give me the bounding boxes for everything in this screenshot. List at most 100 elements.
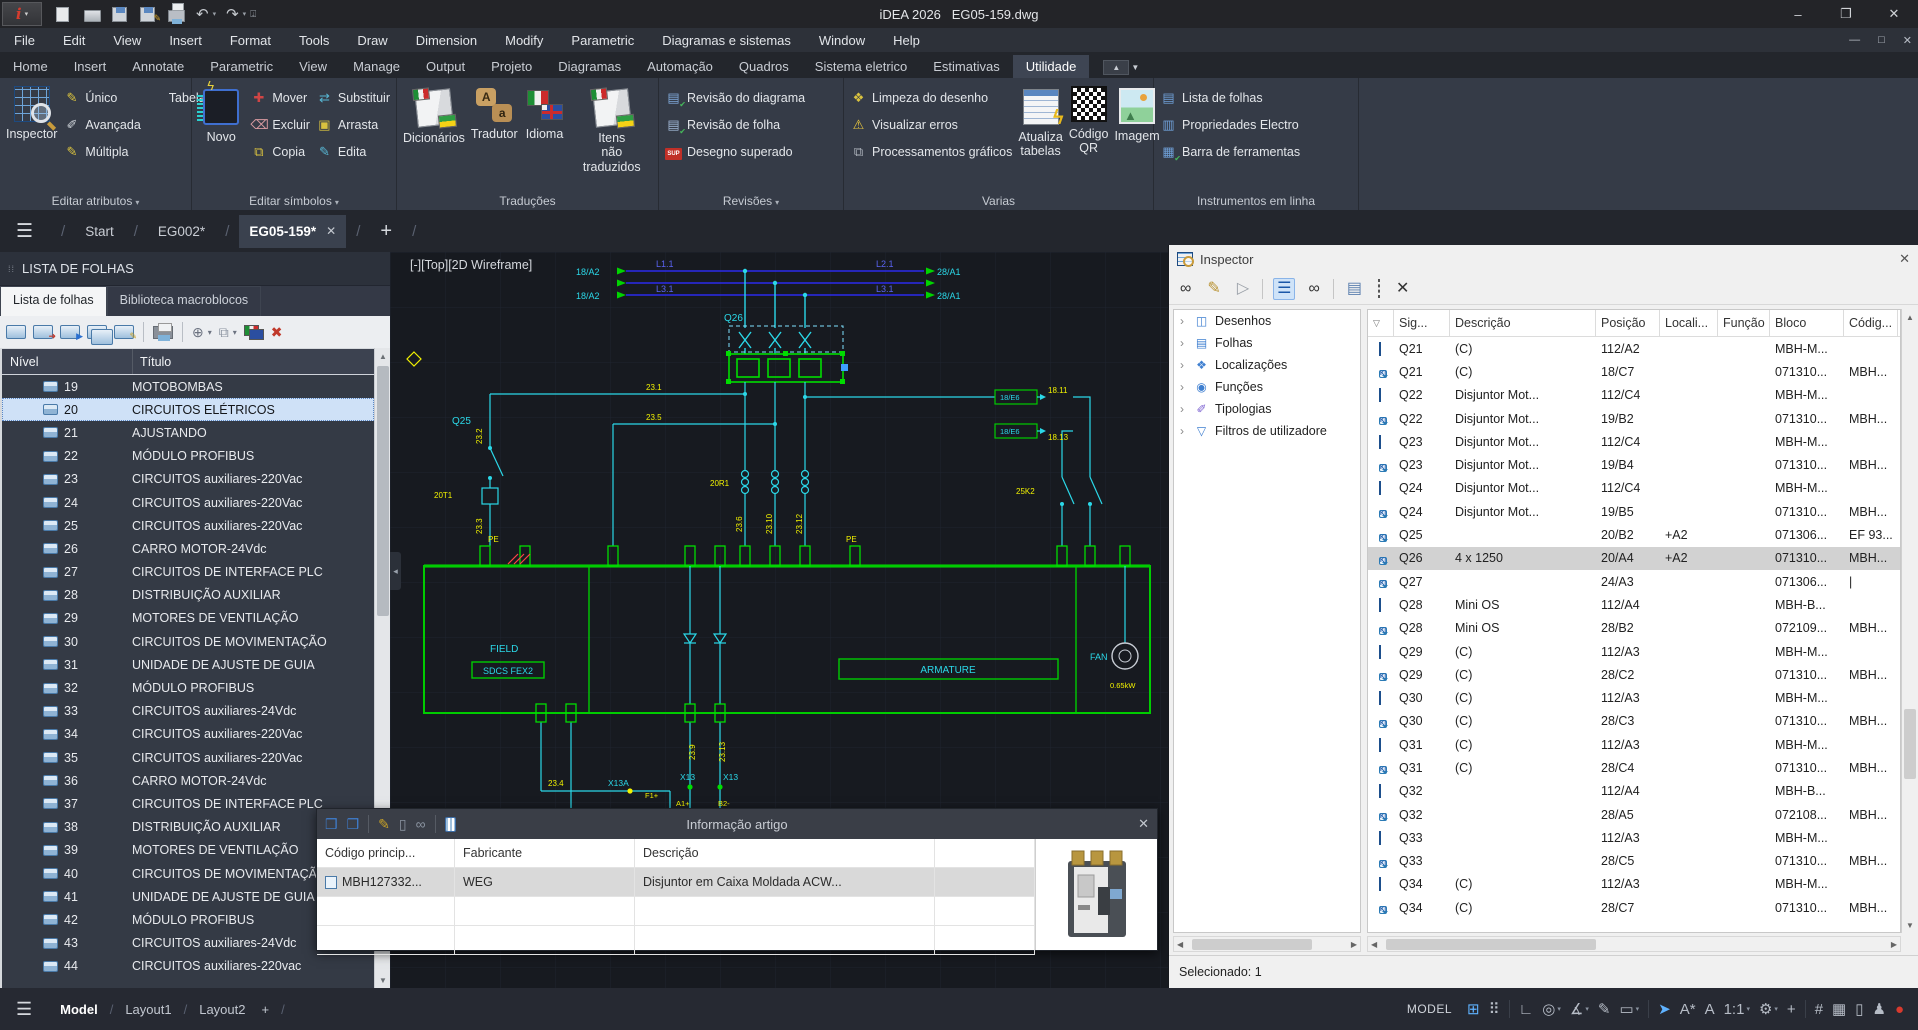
sheet-panel-header[interactable]: ⁞⁞ LISTA DE FOLHAS xyxy=(0,252,390,286)
menu-view[interactable]: View xyxy=(99,30,155,51)
doc-tabs-menu-icon[interactable]: ☰ xyxy=(16,220,33,243)
undo-icon[interactable]: ↶ xyxy=(196,7,209,22)
mover-button[interactable]: ✚Mover xyxy=(250,85,310,110)
inspector-row-q28-11[interactable]: Q28Mini OS112/A4MBH-B... xyxy=(1368,593,1900,616)
grid-display-icon[interactable]: ⠿ xyxy=(1489,1000,1500,1018)
tree-item-tipologias[interactable]: ›✐Tipologias xyxy=(1174,398,1360,420)
article-row[interactable]: MBH127332... WEG Disjuntor em Caixa Mold… xyxy=(317,868,1035,897)
expand-icon[interactable]: › xyxy=(1180,402,1188,416)
menu-tools[interactable]: Tools xyxy=(285,30,343,51)
avanc-ada-button[interactable]: ✐Avançada xyxy=(63,112,140,137)
tab-start[interactable]: Start xyxy=(75,215,124,248)
status-menu-icon[interactable]: ☰ xyxy=(16,999,32,1020)
delete-sheet-icon[interactable]: ✖ xyxy=(271,325,283,339)
new-layout-button[interactable]: + xyxy=(253,1002,277,1017)
find-advanced-icon[interactable]: ∞ xyxy=(1305,279,1322,299)
idioma-button[interactable]: Idioma xyxy=(524,82,566,186)
note-edit-icon[interactable]: ✎ xyxy=(378,817,390,831)
export-article-icon[interactable]: ❒ xyxy=(347,817,360,831)
inspector-row-q30-16[interactable]: KIQ30(C)28/C3071310...MBH... xyxy=(1368,710,1900,733)
inspector-row-q31-18[interactable]: KIQ31(C)28/C4071310...MBH... xyxy=(1368,756,1900,779)
layout-tab-layout1[interactable]: Layout1 xyxy=(117,1002,179,1017)
sheet-row-36[interactable]: 36CARRO MOTOR-24Vdc xyxy=(2,769,374,792)
save-icon[interactable] xyxy=(112,6,130,22)
expand-icon[interactable]: › xyxy=(1180,336,1188,350)
delete-record-icon[interactable]: ✕ xyxy=(1393,279,1412,299)
menu-file[interactable]: File xyxy=(0,30,49,51)
save-as-icon[interactable]: ✎ xyxy=(140,6,158,22)
rect-snap-icon[interactable]: ▭▾ xyxy=(1619,1000,1639,1018)
sheet-row-27[interactable]: 27CIRCUITOS DE INTERFACE PLC xyxy=(2,561,374,584)
sheet-row-23[interactable]: 23CIRCUITOS auxiliares-220Vac xyxy=(2,468,374,491)
scroll-left-icon[interactable]: ◀ xyxy=(1371,940,1377,949)
sheet-row-29[interactable]: 29MOTORES DE VENTILAÇÃO xyxy=(2,607,374,630)
sheet-row-32[interactable]: 32MÓDULO PROFIBUS xyxy=(2,676,374,699)
arrasta-button[interactable]: ▣Arrasta xyxy=(316,112,390,137)
ribbon-tab-quadros[interactable]: Quadros xyxy=(726,55,802,78)
device-icon[interactable]: ▯ xyxy=(1855,1000,1863,1018)
database-filter-icon[interactable] xyxy=(445,817,456,832)
close-tab-icon[interactable]: ✕ xyxy=(326,224,336,238)
ribbon-options-icon[interactable]: ▼ xyxy=(1131,63,1139,72)
scroll-up-icon[interactable]: ▲ xyxy=(375,348,391,364)
sheet-row-31[interactable]: 31UNIDADE DE AJUSTE DE GUIA xyxy=(2,653,374,676)
sketch-icon[interactable]: ✎ xyxy=(1598,1000,1611,1018)
notification-icon[interactable]: ● xyxy=(1895,1001,1904,1018)
ribbon-tab-diagramas[interactable]: Diagramas xyxy=(545,55,634,78)
ribbon-tab-automac-a-o[interactable]: Automação xyxy=(634,55,726,78)
settings-icon[interactable]: ⚙▾ xyxy=(1759,1000,1778,1018)
layout-tab-layout2[interactable]: Layout2 xyxy=(191,1002,253,1017)
redo-dropdown-icon[interactable]: ▾ xyxy=(243,10,247,18)
attach-dropdown-icon[interactable]: ▾ xyxy=(208,328,212,337)
inspector-row-q29-14[interactable]: KIQ29(C)28/C2071310...MBH... xyxy=(1368,663,1900,686)
cursor-select-icon[interactable]: ➤ xyxy=(1658,1000,1671,1018)
ribbon-tab-home[interactable]: Home xyxy=(0,55,61,78)
tree-hscrollbar[interactable]: ◀ ▶ xyxy=(1173,936,1361,952)
dicionarios-button[interactable]: Dicionários xyxy=(403,82,465,186)
redo-icon[interactable]: ↷ xyxy=(226,7,239,22)
user-icon[interactable]: ♟ xyxy=(1872,1000,1885,1018)
ribbon-tab-parametric[interactable]: Parametric xyxy=(197,55,286,78)
itens-nao-traduzidos-button[interactable]: Itensnão traduzidos xyxy=(571,82,652,186)
inspector-vscrollbar[interactable]: ▲ ▼ xyxy=(1901,309,1918,933)
print-sheet-icon[interactable] xyxy=(153,326,173,339)
doc-minimize-button[interactable]: — xyxy=(1849,34,1860,47)
scroll-right-icon[interactable]: ▶ xyxy=(1351,940,1357,949)
menu-insert[interactable]: Insert xyxy=(155,30,216,51)
tree-item-func-o-es[interactable]: ›◉Funções xyxy=(1174,376,1360,398)
ortho-icon[interactable]: ∟ xyxy=(1519,1001,1534,1018)
tab-eg002[interactable]: EG002* xyxy=(148,215,215,248)
tree-item-desenhos[interactable]: ›◫Desenhos xyxy=(1174,310,1360,332)
inspector-row-q21-0[interactable]: Q21(C)112/A2MBH-M... xyxy=(1368,337,1900,360)
menu-dimension[interactable]: Dimension xyxy=(402,30,491,51)
expand-icon[interactable]: › xyxy=(1180,358,1188,372)
run-sheet-icon[interactable]: ▶ xyxy=(60,325,80,339)
tree-item-filtros-de-utilizadore[interactable]: ›▽Filtros de utilizadore xyxy=(1174,420,1360,442)
ribbon-tab-insert[interactable]: Insert xyxy=(61,55,120,78)
article-table-header[interactable]: Código princip... Fabricante Descrição xyxy=(317,839,1035,868)
close-button[interactable]: ✕ xyxy=(1870,0,1918,28)
edit-sheet-icon[interactable]: ✎ xyxy=(114,325,134,339)
table-hscrollbar[interactable]: ◀ ▶ xyxy=(1367,936,1901,952)
scroll-right-icon[interactable]: ▶ xyxy=(1891,940,1897,949)
import-article-icon[interactable]: ❒ xyxy=(325,817,338,831)
sheet-row-21[interactable]: 21AJUSTANDO xyxy=(2,421,374,444)
ribbon-tab-estimativas[interactable]: Estimativas xyxy=(920,55,1012,78)
sheet-row-19[interactable]: 19MOTOBOMBAS xyxy=(2,375,374,398)
panel-label[interactable]: Instrumentos em linha xyxy=(1154,194,1358,208)
menu-format[interactable]: Format xyxy=(216,30,285,51)
grid-pad-icon[interactable]: ▦ xyxy=(1832,1000,1846,1018)
lista-de-folhas-button[interactable]: ▤Lista de folhas xyxy=(1160,85,1300,110)
inspector-close-icon[interactable]: ✕ xyxy=(1899,251,1910,267)
annotative-icon[interactable]: A xyxy=(1705,1001,1715,1018)
copy-pages-icon[interactable]: ⧉ xyxy=(219,325,229,339)
tree-item-localizac-o-es[interactable]: ›❖Localizações xyxy=(1174,354,1360,376)
scroll-down-icon[interactable]: ▼ xyxy=(1902,917,1918,933)
document-icon[interactable]: ▯ xyxy=(399,817,407,831)
new-file-icon[interactable] xyxy=(56,6,74,22)
sheet-row-26[interactable]: 26CARRO MOTOR-24Vdc xyxy=(2,537,374,560)
restore-button[interactable]: ❐ xyxy=(1822,0,1870,28)
inspector-row-q25-8[interactable]: KIQ2520/B2+A2071306...EF 93... xyxy=(1368,523,1900,546)
revisa-o-do-diagrama-button[interactable]: ▤✔Revisão do diagrama xyxy=(665,85,805,110)
processamentos-gra-ficos-button[interactable]: ⧉Processamentos gráficos xyxy=(850,139,1012,164)
